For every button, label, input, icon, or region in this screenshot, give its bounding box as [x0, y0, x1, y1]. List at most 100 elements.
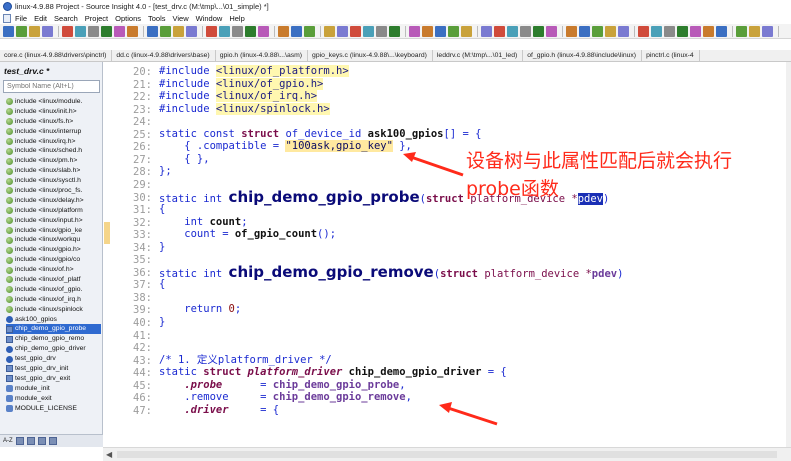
toolbar-button-icon[interactable]: [160, 25, 171, 37]
file-tab[interactable]: core.c (linux-4.9.88\drivers\pinctrl): [0, 50, 113, 61]
toolbar-button-icon[interactable]: [42, 25, 53, 37]
symbol-list-item[interactable]: ask100_gpios: [6, 315, 101, 325]
toolbar-button-icon[interactable]: [245, 25, 256, 37]
code-line[interactable]: static struct platform_driver chip_demo_…: [159, 366, 507, 378]
toolbar-button-icon[interactable]: [127, 25, 138, 37]
toolbar-button-icon[interactable]: [29, 25, 40, 37]
symbol-list-item[interactable]: include <linux/platform: [6, 206, 101, 216]
symbol-list-item[interactable]: chip_demo_gpio_remo: [6, 334, 101, 344]
symbol-list-item[interactable]: module_init: [6, 384, 101, 394]
toolbar-button-icon[interactable]: [304, 25, 315, 37]
file-tab[interactable]: leddrv.c (M:\tmp\...\01_led): [433, 50, 524, 61]
toolbar-button-icon[interactable]: [716, 25, 727, 37]
toolbar-button-icon[interactable]: [219, 25, 230, 37]
settings-gear-icon[interactable]: [48, 437, 57, 445]
toolbar-button-icon[interactable]: [703, 25, 714, 37]
symbol-list-item[interactable]: module_exit: [6, 394, 101, 404]
toolbar-button-icon[interactable]: [605, 25, 616, 37]
toolbar-button-icon[interactable]: [389, 25, 400, 37]
symbol-list-item[interactable]: MODULE_LICENSE: [6, 404, 101, 414]
toolbar-button-icon[interactable]: [461, 25, 472, 37]
symbol-list-item[interactable]: chip_demo_gpio_driver: [6, 344, 101, 354]
toolbar-button-icon[interactable]: [186, 25, 197, 37]
toolbar-button-icon[interactable]: [206, 25, 217, 37]
toolbar-button-icon[interactable]: [618, 25, 629, 37]
toolbar-button-icon[interactable]: [350, 25, 361, 37]
file-tab[interactable]: pinctrl.c (linux-4: [642, 50, 700, 61]
sort-az-button[interactable]: A-Z: [3, 438, 13, 444]
toolbar-button-icon[interactable]: [481, 25, 492, 37]
horizontal-scrollbar[interactable]: ◀: [103, 447, 791, 461]
code-line[interactable]: #include <linux/spinlock.h>: [159, 102, 330, 115]
toolbar-button-icon[interactable]: [736, 25, 747, 37]
toolbar-button-icon[interactable]: [62, 25, 73, 37]
symbol-list-item[interactable]: include <linux/slab.h>: [6, 166, 101, 176]
symbol-list-item[interactable]: include <linux/gpio_ke: [6, 226, 101, 236]
symbol-list-item[interactable]: test_gpio_drv_exit: [6, 374, 101, 384]
toolbar-button-icon[interactable]: [664, 25, 675, 37]
code-line[interactable]: /* 1. 定义platform_driver */: [159, 354, 332, 366]
symbol-list-item[interactable]: include <linux/workqu: [6, 235, 101, 245]
toolbar-button-icon[interactable]: [16, 25, 27, 37]
toolbar-button-icon[interactable]: [75, 25, 86, 37]
code-line[interactable]: };: [159, 165, 172, 177]
symbol-list-item[interactable]: include <linux/input.h>: [6, 216, 101, 226]
symbol-list-item[interactable]: include <linux/gpio.h>: [6, 245, 101, 255]
toolbar-button-icon[interactable]: [324, 25, 335, 37]
toolbar-button-icon[interactable]: [363, 25, 374, 37]
toolbar-button-icon[interactable]: [147, 25, 158, 37]
symbol-list-item[interactable]: include <linux/delay.h>: [6, 196, 101, 206]
symbol-list-item[interactable]: include <linux/proc_fs.: [6, 186, 101, 196]
toolbar-button-icon[interactable]: [690, 25, 701, 37]
symbol-list-item[interactable]: include <linux/pm.h>: [6, 156, 101, 166]
menu-tools[interactable]: Tools: [148, 14, 166, 23]
code-line[interactable]: static int chip_demo_gpio_remove(struct …: [159, 264, 623, 280]
toolbar-button-icon[interactable]: [533, 25, 544, 37]
symbol-list-item[interactable]: include <linux/irq.h>: [6, 137, 101, 147]
menu-edit[interactable]: Edit: [34, 14, 47, 23]
menu-file[interactable]: File: [15, 14, 27, 23]
symbol-list-item[interactable]: include <linux/of_gpio.: [6, 285, 101, 295]
menu-view[interactable]: View: [173, 14, 189, 23]
toolbar-button-icon[interactable]: [435, 25, 446, 37]
symbol-list-item[interactable]: include <linux/gpio/co: [6, 255, 101, 265]
toolbar-button-icon[interactable]: [258, 25, 269, 37]
symbol-list-item[interactable]: include <linux/sched.h: [6, 146, 101, 156]
symbol-list-item[interactable]: include <linux/of_irq.h: [6, 295, 101, 305]
menu-help[interactable]: Help: [229, 14, 244, 23]
toolbar-button-icon[interactable]: [638, 25, 649, 37]
menu-project[interactable]: Project: [85, 14, 108, 23]
toolbar-button-icon[interactable]: [507, 25, 518, 37]
toolbar-button-icon[interactable]: [762, 25, 773, 37]
horizontal-scroll-thumb[interactable]: [117, 451, 777, 458]
symbol-list-item[interactable]: include <linux/module.: [6, 97, 101, 107]
toolbar-button-icon[interactable]: [114, 25, 125, 37]
code-line[interactable]: {: [159, 278, 165, 290]
category-icon[interactable]: [26, 437, 35, 445]
toolbar-button-icon[interactable]: [448, 25, 459, 37]
toolbar-button-icon[interactable]: [651, 25, 662, 37]
code-line[interactable]: count = of_gpio_count();: [159, 228, 336, 240]
options-icon[interactable]: [37, 437, 46, 445]
toolbar-button-icon[interactable]: [749, 25, 760, 37]
symbol-list-item[interactable]: include <linux/of.h>: [6, 265, 101, 275]
code-line[interactable]: #include <linux/of_gpio.h>: [159, 77, 324, 90]
toolbar-button-icon[interactable]: [579, 25, 590, 37]
toolbar-button-icon[interactable]: [232, 25, 243, 37]
toolbar-button-icon[interactable]: [101, 25, 112, 37]
code-line[interactable]: #include <linux/of_irq.h>: [159, 90, 318, 103]
toolbar-button-icon[interactable]: [494, 25, 505, 37]
toolbar-button-icon[interactable]: [592, 25, 603, 37]
toolbar-button-icon[interactable]: [677, 25, 688, 37]
code-line[interactable]: { .compatible = "100ask,gpio_key" },: [159, 140, 412, 153]
symbol-list-item[interactable]: test_gpio_drv_init: [6, 364, 101, 374]
symbol-list-item[interactable]: chip_demo_gpio_probe: [6, 324, 101, 335]
code-line[interactable]: return 0;: [159, 303, 241, 315]
toolbar-button-icon[interactable]: [3, 25, 14, 37]
toolbar-button-icon[interactable]: [422, 25, 433, 37]
symbol-list-item[interactable]: include <linux/init.h>: [6, 107, 101, 117]
file-tab[interactable]: gpio.h (linux-4.9.88\...\asm): [216, 50, 309, 61]
symbol-list-item[interactable]: test_gpio_drv: [6, 354, 101, 364]
toolbar-button-icon[interactable]: [520, 25, 531, 37]
code-line[interactable]: }: [159, 241, 165, 253]
